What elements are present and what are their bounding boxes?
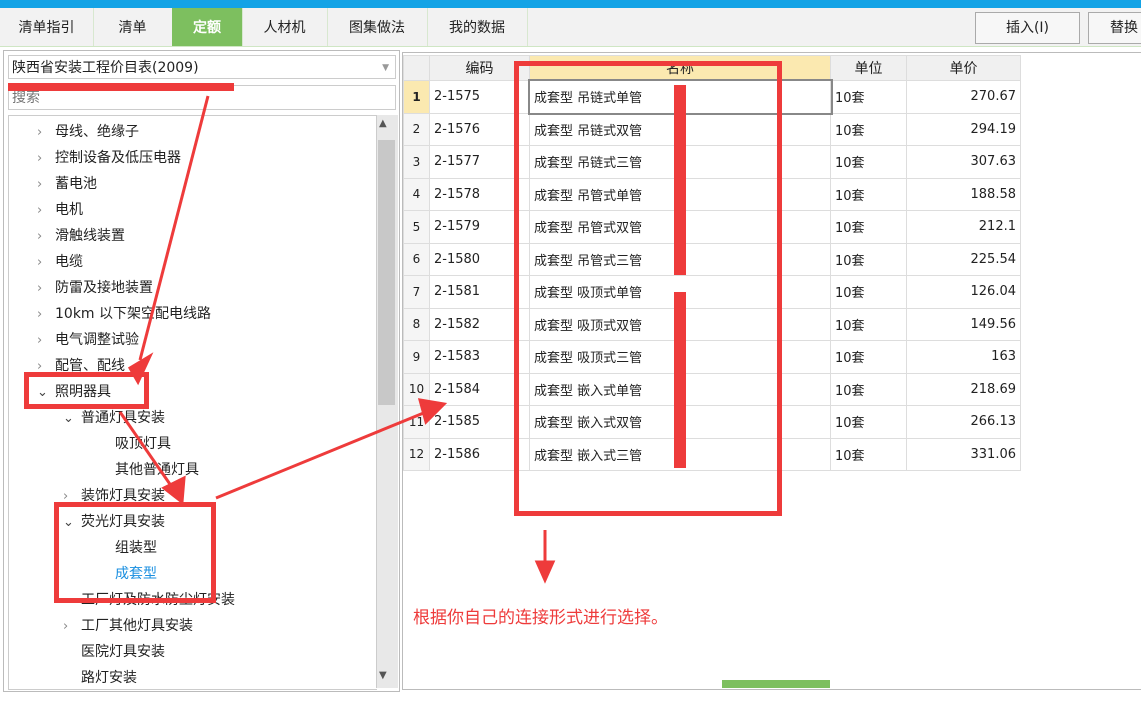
arrow-line: [138, 95, 210, 361]
arrow-line: [118, 411, 176, 491]
arrow-head: [417, 398, 448, 425]
arrow-line: [215, 410, 427, 500]
annotation-note: 根据你自己的连接形式进行选择。: [413, 608, 668, 628]
arrow-head: [534, 560, 556, 584]
